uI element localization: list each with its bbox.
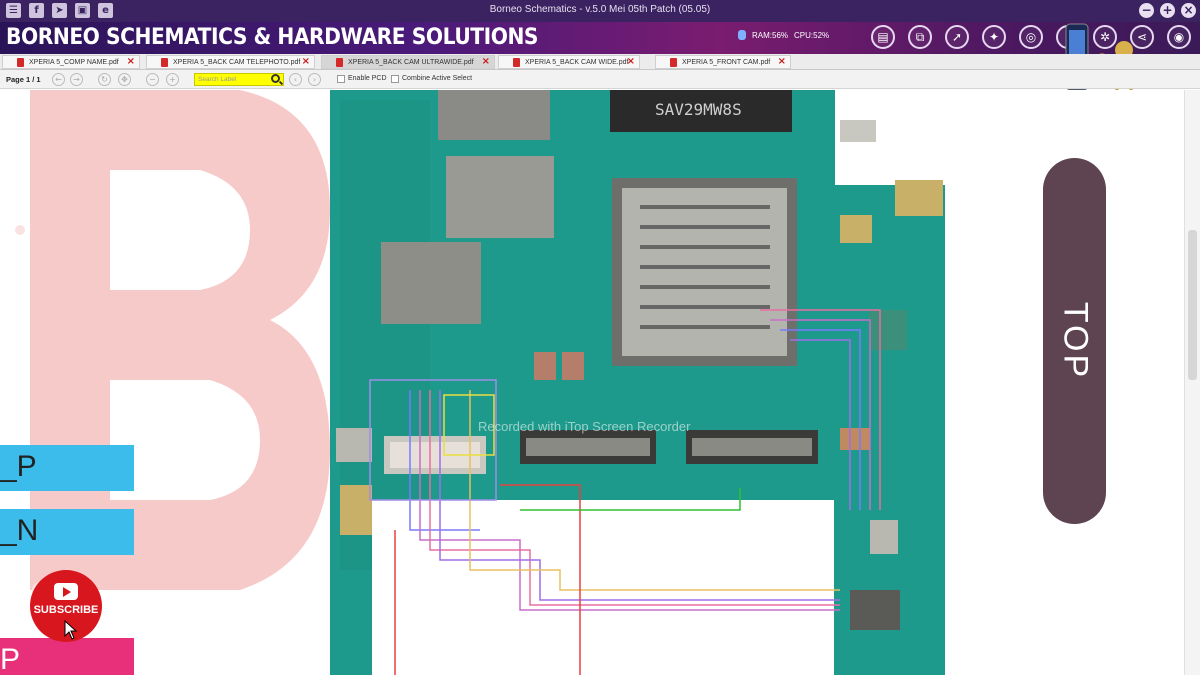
tab-close-icon[interactable]: × xyxy=(127,56,135,67)
tab-close-icon[interactable]: × xyxy=(482,56,490,67)
tab-comp-name[interactable]: XPERIA 5_COMP NAME.pdf × xyxy=(2,55,140,69)
tab-close-icon[interactable]: × xyxy=(778,56,786,67)
subscribe-label: SUBSCRIBE xyxy=(33,604,99,616)
brand-name: BORNEO SCHEMATICS & HARDWARE SOLUTIONS xyxy=(6,25,539,50)
zoom-out-icon[interactable]: − xyxy=(146,73,159,86)
schematic-viewer[interactable]: SAV29MW8S Recorded with iTop Screen Reco… xyxy=(0,90,1200,675)
pointer-icon[interactable]: ➚ xyxy=(945,25,969,49)
scrollbar-thumb[interactable] xyxy=(1188,230,1197,380)
viewer-toolbar: Page 1 / 1 ← → ↻ ✥ − + Search Label ‹ › … xyxy=(0,70,1200,89)
tab-back-cam-ultrawide[interactable]: XPERIA 5_BACK CAM ULTRAWIDE.pdf × xyxy=(321,55,495,69)
youtube-icon xyxy=(54,583,78,600)
top-label-text: TOP xyxy=(1056,301,1094,381)
search-prev-icon[interactable]: ‹ xyxy=(289,73,302,86)
pdf-icon xyxy=(17,58,24,67)
user-icon[interactable]: ◉ xyxy=(1167,25,1191,49)
recorder-watermark: Recorded with iTop Screen Recorder xyxy=(478,419,691,434)
combine-select-label: Combine Active Select xyxy=(402,75,473,82)
pcb-board-image: SAV29MW8S xyxy=(0,90,945,675)
side-tag-pink: P xyxy=(0,638,134,676)
tab-bar: XPERIA 5_COMP NAME.pdf × XPERIA 5_BACK C… xyxy=(0,54,1200,70)
tab-front-cam[interactable]: XPERIA 5_FRONT CAM.pdf × xyxy=(655,55,791,69)
search-icon[interactable] xyxy=(271,74,280,83)
tab-close-icon[interactable]: × xyxy=(627,56,635,67)
pdf-icon xyxy=(513,58,520,67)
maximize-button[interactable]: + xyxy=(1160,3,1175,18)
tab-close-icon[interactable]: × xyxy=(302,56,310,67)
chip-marking: SAV29MW8S xyxy=(655,100,742,119)
side-tag-n: _N xyxy=(0,509,134,555)
side-tag-p: _P xyxy=(0,445,134,491)
tab-label: XPERIA 5_FRONT CAM.pdf xyxy=(682,59,771,66)
mic-icon xyxy=(738,30,746,40)
pdf-icon xyxy=(161,58,168,67)
tab-back-cam-telephoto[interactable]: XPERIA 5_BACK CAM TELEPHOTO.pdf × xyxy=(146,55,315,69)
minimize-button[interactable]: − xyxy=(1139,3,1154,18)
mouse-cursor-icon xyxy=(64,620,78,640)
title-bar: ☰ f ➤ ▣ e Borneo Schematics - v.5.0 Mei … xyxy=(0,0,1200,22)
combine-select-checkbox[interactable] xyxy=(391,75,399,83)
prev-page-icon[interactable]: ← xyxy=(52,73,65,86)
brand-bar: BORNEO SCHEMATICS & HARDWARE SOLUTIONS R… xyxy=(0,22,1200,54)
move-icon[interactable]: ✥ xyxy=(118,73,131,86)
pdf-icon xyxy=(670,58,677,67)
pdf-icon xyxy=(336,58,343,67)
window-controls: − + × xyxy=(1139,3,1196,18)
vertical-scrollbar[interactable] xyxy=(1184,90,1200,675)
top-side-label: TOP xyxy=(1043,158,1106,524)
ram-usage: RAM:56% xyxy=(752,30,789,40)
tab-label: XPERIA 5_BACK CAM ULTRAWIDE.pdf xyxy=(348,59,474,66)
close-button[interactable]: × xyxy=(1181,3,1196,18)
window-title: Borneo Schematics - v.5.0 Mei 05th Patch… xyxy=(489,4,711,15)
zoom-in-icon[interactable]: + xyxy=(166,73,179,86)
rotate-icon[interactable]: ↻ xyxy=(98,73,111,86)
screenshot-icon[interactable]: ⧉ xyxy=(908,25,932,49)
cpu-usage: CPU:52% xyxy=(794,30,830,40)
page-indicator: Page 1 / 1 xyxy=(6,75,41,84)
next-page-icon[interactable]: → xyxy=(70,73,83,86)
system-info: RAM:56% CPU:52% xyxy=(738,30,829,40)
enable-pcd-checkbox[interactable] xyxy=(337,75,345,83)
tab-label: XPERIA 5_BACK CAM WIDE.pdf xyxy=(525,59,629,66)
schematic-icon[interactable]: ▤ xyxy=(871,25,895,49)
tab-back-cam-wide[interactable]: XPERIA 5_BACK CAM WIDE.pdf × xyxy=(498,55,640,69)
enable-pcd-label: Enable PCD xyxy=(348,75,387,82)
tab-label: XPERIA 5_COMP NAME.pdf xyxy=(29,59,119,66)
tab-label: XPERIA 5_BACK CAM TELEPHOTO.pdf xyxy=(173,59,301,66)
search-next-icon[interactable]: › xyxy=(308,73,321,86)
search-zoom-icon[interactable]: ◎ xyxy=(1019,25,1043,49)
magic-wand-icon[interactable]: ✦ xyxy=(982,25,1006,49)
